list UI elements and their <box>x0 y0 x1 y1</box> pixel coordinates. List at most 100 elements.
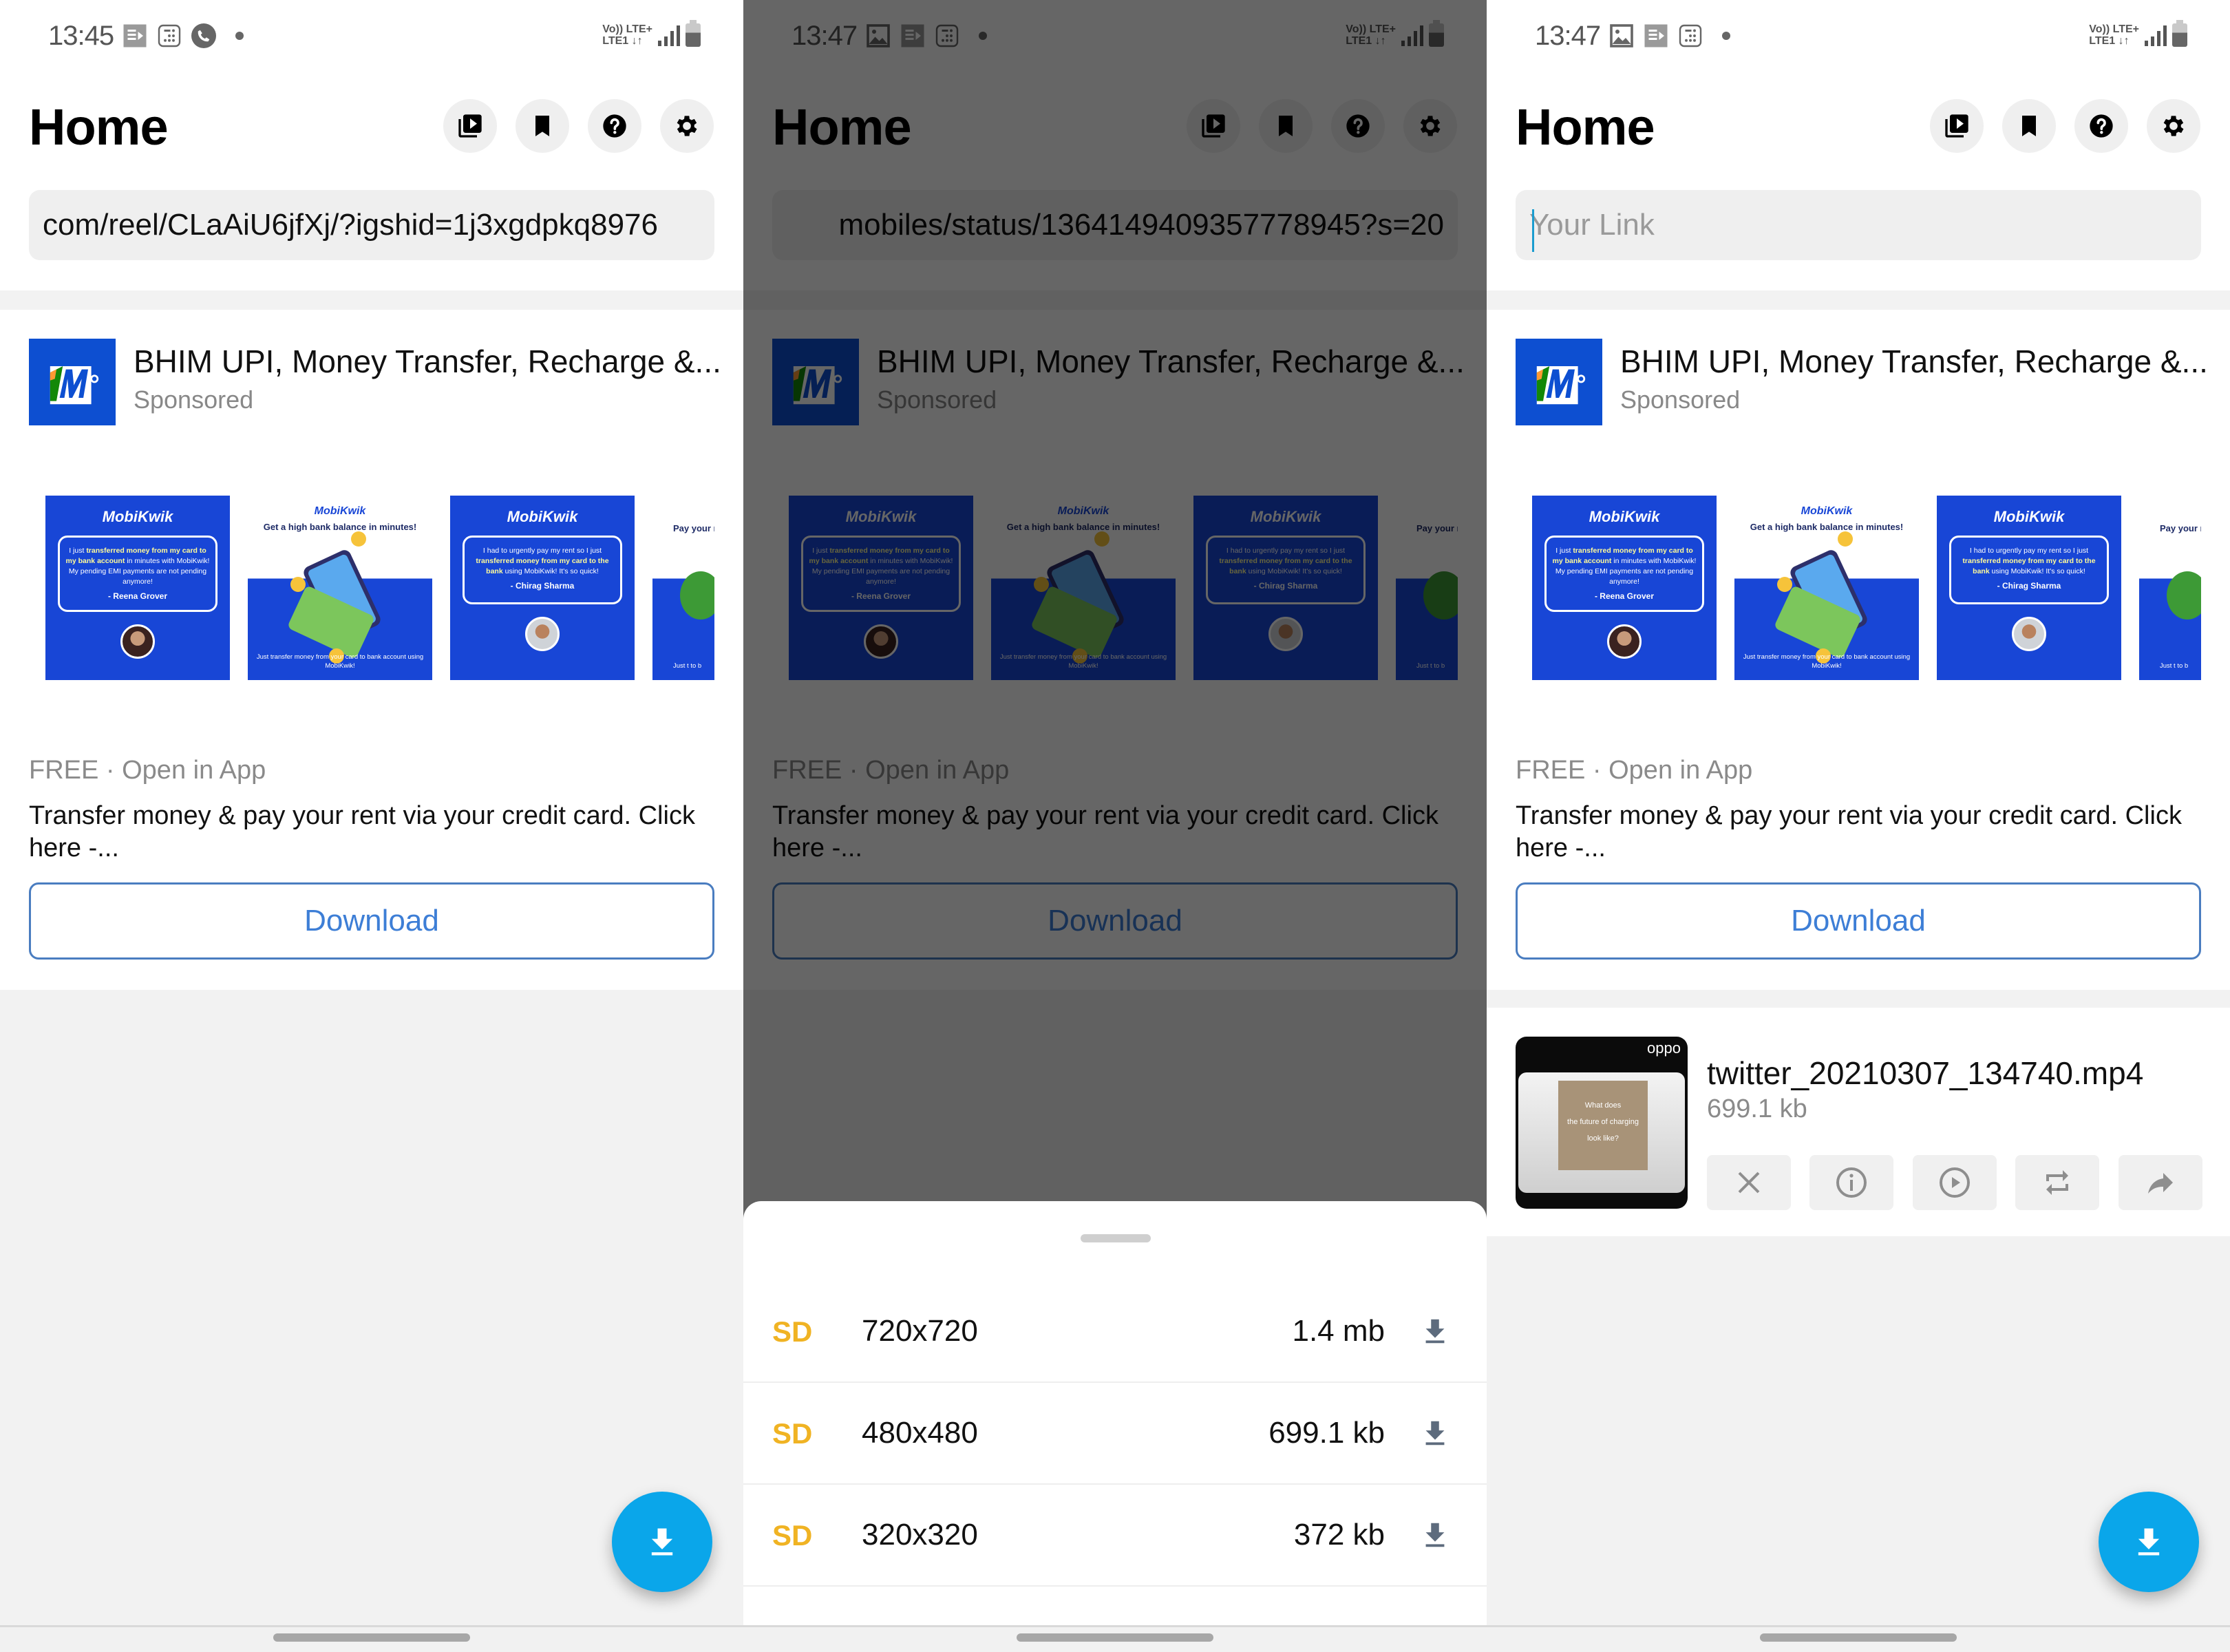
settings-icon <box>673 112 701 140</box>
bookmark-icon <box>2015 112 2043 140</box>
file-name: twitter_20210307_134740.mp4 <box>1707 1055 2144 1091</box>
testimonial-avatar <box>2012 617 2046 651</box>
page-title: Home <box>1516 98 1655 156</box>
ad-screenshot-carousel[interactable]: MobiKwik I just transferred money from m… <box>1532 496 2201 680</box>
download-icon <box>644 1524 680 1560</box>
home-gesture-handle[interactable] <box>1760 1633 1957 1642</box>
download-icon[interactable] <box>1419 1313 1451 1350</box>
text-cursor <box>1532 209 1534 252</box>
phone-call-icon <box>191 23 216 48</box>
quality-resolution: 480x480 <box>862 1416 978 1450</box>
media-icon <box>123 23 147 48</box>
video-thumbnail[interactable]: oppo What does the future of charging look… <box>1516 1037 1688 1209</box>
video-library-icon <box>456 112 484 140</box>
downloaded-file-item[interactable]: oppo What does the future of charging look… <box>1487 1008 2230 1236</box>
quality-option[interactable]: SD 480x480 699.1 kb <box>743 1383 1487 1485</box>
help-button[interactable] <box>2074 99 2128 153</box>
more-notifications-dot <box>1722 32 1730 40</box>
delete-button[interactable] <box>1707 1155 1791 1210</box>
video-library-icon <box>1943 112 1971 140</box>
ad-screenshot[interactable]: MobiKwik Get a high bank balance in minu… <box>1734 496 1919 680</box>
quality-option[interactable]: SD 320x320 372 kb <box>743 1485 1487 1587</box>
sponsored-ad-card[interactable]: BHIM UPI, Money Transfer, Recharge &... … <box>1487 310 2230 990</box>
home-gesture-handle[interactable] <box>273 1633 470 1642</box>
notification-icons <box>123 23 244 48</box>
sheet-drag-handle[interactable] <box>1081 1234 1151 1242</box>
download-fab[interactable] <box>612 1492 712 1592</box>
settings-button[interactable] <box>2147 99 2200 153</box>
system-nav-bar <box>743 1625 1487 1652</box>
sponsored-label: Sponsored <box>1620 385 1741 414</box>
link-input[interactable] <box>1516 190 2201 260</box>
signal-icon <box>658 24 680 46</box>
notification-icons <box>1609 23 1730 48</box>
screen-with-quality-sheet: 13:47 Vo)) LTE+LTE1 ↓↑ Home BHIM UPI, Mo… <box>743 0 1487 1652</box>
quality-file-size: 1.4 mb <box>1292 1314 1385 1348</box>
settings-button[interactable] <box>660 99 714 153</box>
ad-screenshot[interactable]: Pay your r Just t to b <box>652 496 714 680</box>
settings-icon <box>2160 112 2187 140</box>
share-button[interactable] <box>2118 1155 2202 1210</box>
ad-title[interactable]: BHIM UPI, Money Transfer, Recharge &... <box>134 343 721 380</box>
download-icon <box>2131 1524 2167 1560</box>
ad-price-meta: FREE · Open in App <box>1516 756 1753 785</box>
ad-title[interactable]: BHIM UPI, Money Transfer, Recharge &... <box>1620 343 2208 380</box>
more-notifications-dot <box>235 32 244 40</box>
ad-price-meta: FREE · Open in App <box>29 756 266 785</box>
ad-screenshot[interactable]: MobiKwik I just transferred money from m… <box>45 496 230 680</box>
play-button[interactable] <box>1913 1155 1997 1210</box>
quality-file-size: 699.1 kb <box>1268 1416 1385 1450</box>
ad-screenshot-carousel[interactable]: MobiKwik I just transferred money from m… <box>45 496 714 680</box>
bookmarks-button[interactable] <box>2002 99 2056 153</box>
bookmarks-button[interactable] <box>516 99 569 153</box>
screen-with-instagram-link: 13:45 Vo)) LTE+LTE1 ↓↑ Home BHIM UPI, Mo… <box>0 0 743 1652</box>
file-size: 699.1 kb <box>1707 1094 1807 1123</box>
ad-download-button[interactable]: Download <box>1516 882 2201 960</box>
info-icon <box>1836 1167 1867 1198</box>
download-icon[interactable] <box>1419 1516 1451 1554</box>
ad-description: Transfer money & pay your rent via your … <box>1516 801 2182 862</box>
quality-option[interactable]: SD 720x720 1.4 mb <box>743 1281 1487 1383</box>
ad-screenshot[interactable]: MobiKwik I had to urgently pay my rent s… <box>450 496 635 680</box>
system-status: Vo)) LTE+LTE1 ↓↑ <box>602 20 701 47</box>
help-icon <box>601 112 628 140</box>
system-nav-bar <box>1487 1625 2230 1652</box>
ad-screenshot[interactable]: MobiKwik Get a high bank balance in minu… <box>248 496 432 680</box>
ad-app-logo <box>29 339 116 425</box>
convert-button[interactable] <box>2015 1155 2099 1210</box>
sponsored-ad-card[interactable]: BHIM UPI, Money Transfer, Recharge &... … <box>0 310 743 990</box>
mobikwik-logo-icon <box>50 366 99 405</box>
ad-screenshot[interactable]: Pay your r Just t to b <box>2139 496 2201 680</box>
calendar-icon <box>157 23 182 48</box>
ad-screenshot[interactable]: MobiKwik I had to urgently pay my rent s… <box>1937 496 2121 680</box>
ad-screenshot[interactable]: MobiKwik I just transferred money from m… <box>1532 496 1717 680</box>
system-nav-bar <box>0 1625 743 1652</box>
quality-badge: SD <box>772 1417 813 1450</box>
calendar-icon <box>1678 23 1703 48</box>
info-button[interactable] <box>1809 1155 1893 1210</box>
network-indicator: Vo)) LTE+LTE1 ↓↑ <box>602 23 652 47</box>
gallery-icon <box>1609 23 1634 48</box>
quality-file-size: 372 kb <box>1293 1518 1385 1552</box>
download-fab[interactable] <box>2099 1492 2199 1592</box>
link-input[interactable] <box>29 190 714 260</box>
mobikwik-logo-icon <box>1536 366 1586 405</box>
home-gesture-handle[interactable] <box>1017 1633 1213 1642</box>
testimonial-avatar <box>1607 624 1642 659</box>
video-library-button[interactable] <box>443 99 497 153</box>
status-time: 13:45 <box>48 21 114 51</box>
screen-with-downloaded-file: 13:47 Vo)) LTE+LTE1 ↓↑ Home BHIM UPI, Mo… <box>1487 0 2230 1652</box>
delete-icon <box>1738 1172 1760 1194</box>
signal-icon <box>2145 24 2167 46</box>
convert-icon <box>2046 1170 2068 1195</box>
quality-resolution: 720x720 <box>862 1314 978 1348</box>
download-icon[interactable] <box>1419 1415 1451 1452</box>
play-icon <box>1940 1167 1970 1198</box>
video-library-button[interactable] <box>1930 99 1984 153</box>
ad-description: Transfer money & pay your rent via your … <box>29 801 695 862</box>
share-icon <box>2148 1173 2173 1194</box>
media-icon <box>1644 23 1668 48</box>
sponsored-label: Sponsored <box>134 385 254 414</box>
ad-download-button[interactable]: Download <box>29 882 714 960</box>
help-button[interactable] <box>588 99 641 153</box>
